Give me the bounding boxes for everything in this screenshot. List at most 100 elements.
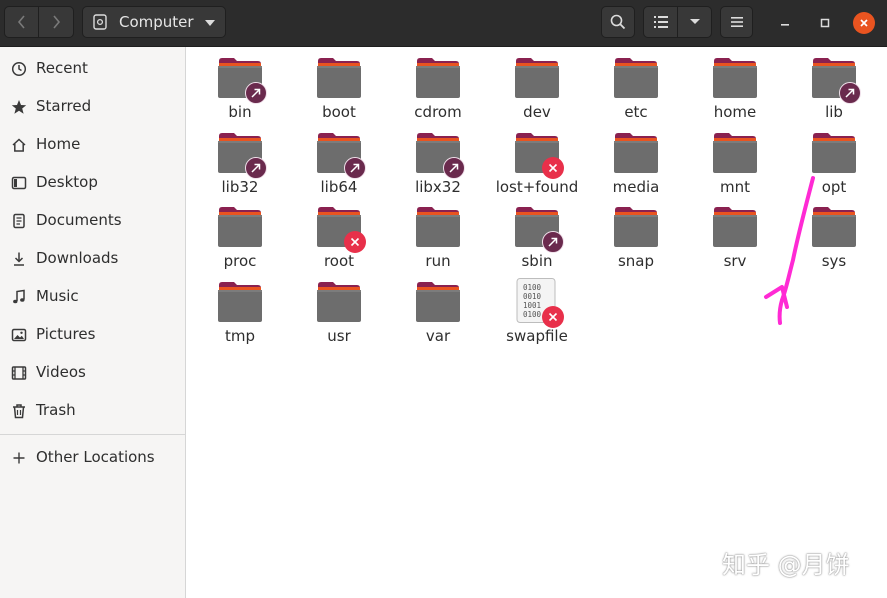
file-item-sbin[interactable]: sbin [492,198,582,270]
sidebar-item-label: Recent [36,59,88,77]
folder-icon [415,281,461,323]
file-item-label: bin [228,103,252,121]
sidebar-item-home[interactable]: Home [0,127,185,163]
back-button[interactable] [4,6,39,38]
folder-icon [613,57,659,99]
sidebar-item-other-locations[interactable]: Other Locations [0,440,185,476]
minimize-button[interactable] [774,12,796,34]
svg-text:0100: 0100 [523,310,542,319]
file-item-label: root [323,252,355,270]
file-item-usr[interactable]: usr [294,273,384,345]
file-item-label: snap [617,252,655,270]
file-item-proc[interactable]: proc [195,198,285,270]
watermark: 知乎 @月饼 [722,551,850,579]
folder-icon [415,57,461,99]
file-item-label: libx32 [415,177,461,196]
view-options-button[interactable] [678,6,712,38]
sidebar-item-starred[interactable]: Starred [0,89,185,125]
folder-icon [613,132,659,174]
file-item-lib64[interactable]: lib64 [294,124,384,196]
file-item-label: usr [327,326,351,345]
close-icon [860,19,868,27]
symlink-emblem-icon [542,231,564,253]
file-item-label: boot [322,103,356,121]
svg-text:0010: 0010 [523,292,542,301]
maximize-button[interactable] [814,12,836,34]
file-item-run[interactable]: run [393,198,483,270]
file-item-swapfile[interactable]: 0100 0010 1001 0100 swapfile [492,273,582,345]
sidebar-item-trash[interactable]: Trash [0,393,185,429]
folder-icon [712,206,758,248]
pictures-icon [11,327,27,343]
sidebar-item-downloads[interactable]: Downloads [0,241,185,277]
svg-text:1001: 1001 [523,301,541,310]
search-button[interactable] [601,6,635,38]
file-item-bin[interactable]: bin [195,49,285,121]
folder-icon [613,206,659,248]
no-access-emblem-icon [344,231,366,253]
file-item-root[interactable]: root [294,198,384,270]
file-item-boot[interactable]: boot [294,49,384,121]
hamburger-menu-icon [730,17,743,27]
file-item-libx32[interactable]: libx32 [393,124,483,196]
file-item-label: home [713,103,757,121]
symlink-emblem-icon [245,156,267,179]
sidebar-item-pictures[interactable]: Pictures [0,317,185,353]
symlink-emblem-icon [443,156,465,179]
file-item-lost-found[interactable]: lost+found [492,124,582,196]
folder-icon [514,57,560,99]
desktop-icon [11,175,27,191]
folder-icon [217,206,263,248]
file-item-tmp[interactable]: tmp [195,273,285,345]
folder-icon [316,281,362,323]
list-view-button[interactable] [643,6,678,38]
plus-icon [11,450,27,466]
list-view-icon [653,16,668,28]
sidebar-item-label: Documents [36,211,122,229]
main-menu-button[interactable] [720,6,753,38]
file-item-label: cdrom [414,103,462,121]
sidebar-item-music[interactable]: Music [0,279,185,315]
file-item-label: lib64 [320,177,358,196]
file-item-snap[interactable]: snap [591,198,681,270]
sidebar-item-videos[interactable]: Videos [0,355,185,391]
forward-button[interactable] [39,6,74,38]
sidebar-item-documents[interactable]: Documents [0,203,185,239]
sidebar-item-label: Starred [36,97,92,115]
music-icon [11,289,27,305]
clock-icon [11,61,27,77]
sidebar-item-label: Pictures [36,325,96,343]
file-item-cdrom[interactable]: cdrom [393,49,483,121]
file-item-label: proc [223,252,257,270]
no-access-emblem-icon [542,305,564,328]
folder-icon [316,57,362,99]
sidebar-item-label: Videos [36,363,86,381]
videos-icon [11,365,27,381]
sidebar-item-recent[interactable]: Recent [0,51,185,87]
file-item-lib32[interactable]: lib32 [195,124,285,196]
sidebar-item-desktop[interactable]: Desktop [0,165,185,201]
file-item-home[interactable]: home [690,49,780,121]
file-item-label: run [425,252,451,270]
handwritten-arrow-annotation [764,176,815,325]
sidebar-item-label: Downloads [36,249,119,267]
file-item-media[interactable]: media [591,124,681,196]
file-item-label: swapfile [506,326,568,345]
trash-icon [11,403,27,419]
close-button[interactable] [853,12,875,34]
no-access-emblem-icon [542,156,564,179]
maximize-icon [820,18,830,28]
file-item-label: sbin [521,252,553,270]
file-item-label: media [612,177,660,196]
sidebar-item-label: Other Locations [36,448,155,466]
folder-icon [811,132,857,174]
file-item-var[interactable]: var [393,273,483,345]
location-button[interactable]: Computer [82,6,226,38]
file-item-label: lost+found [495,177,579,196]
file-item-label: var [425,326,451,345]
folder-icon [217,281,263,323]
file-item-lib[interactable]: lib [789,49,879,121]
symlink-emblem-icon [245,82,267,104]
file-item-etc[interactable]: etc [591,49,681,121]
file-item-dev[interactable]: dev [492,49,582,121]
